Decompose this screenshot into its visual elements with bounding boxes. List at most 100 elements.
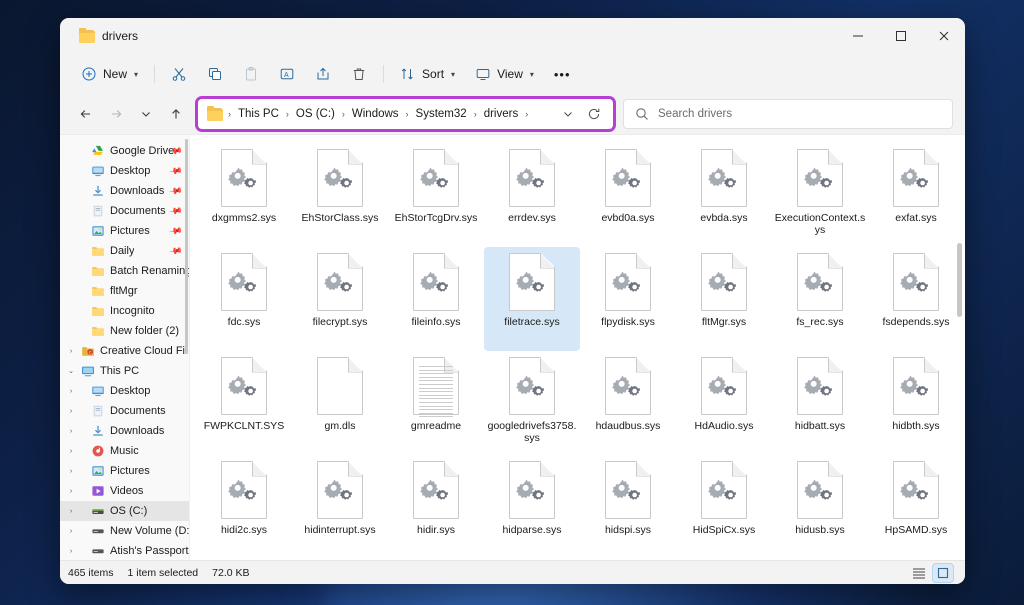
file-item[interactable]: HidSpiCx.sys bbox=[676, 455, 772, 559]
sidebar-item-this-pc[interactable]: ⌄ This PC bbox=[60, 361, 189, 381]
file-item[interactable]: googledrivefs3758.sys bbox=[484, 351, 580, 455]
file-item[interactable]: errdev.sys bbox=[484, 143, 580, 247]
paste-button[interactable] bbox=[234, 59, 268, 89]
file-item[interactable]: filecrypt.sys bbox=[292, 247, 388, 351]
pin-icon[interactable]: 📌 bbox=[168, 243, 183, 258]
file-item[interactable]: evbda.sys bbox=[676, 143, 772, 247]
breadcrumb-item-this-pc[interactable]: This PC bbox=[233, 105, 284, 123]
copy-button[interactable] bbox=[198, 59, 232, 89]
file-item[interactable]: hidi2c.sys bbox=[196, 455, 292, 559]
breadcrumb-item-os-c[interactable]: OS (C:) bbox=[291, 105, 340, 123]
expand-chevron-icon[interactable]: › bbox=[66, 408, 76, 415]
sidebar-item-documents[interactable]: › Documents bbox=[60, 401, 189, 421]
explorer-tab-drivers[interactable]: drivers bbox=[70, 21, 152, 51]
expand-chevron-icon[interactable]: › bbox=[66, 348, 76, 355]
file-item[interactable]: fileinfo.sys bbox=[388, 247, 484, 351]
file-item-partial[interactable] bbox=[868, 559, 964, 560]
file-item[interactable]: hidusb.sys bbox=[772, 455, 868, 559]
file-item[interactable]: fs_rec.sys bbox=[772, 247, 868, 351]
expand-chevron-icon[interactable]: › bbox=[66, 388, 76, 395]
sidebar-item-desktop[interactable]: › Desktop bbox=[60, 381, 189, 401]
sidebar-item-daily[interactable]: Daily 📌 bbox=[60, 241, 189, 261]
content-scrollbar[interactable] bbox=[957, 243, 962, 317]
file-item[interactable]: fdc.sys bbox=[196, 247, 292, 351]
file-item-partial[interactable] bbox=[964, 559, 965, 560]
sidebar-item-videos[interactable]: › Videos bbox=[60, 481, 189, 501]
file-item[interactable]: FWPKCLNT.SYS bbox=[196, 351, 292, 455]
sidebar-item-new-volume-d[interactable]: › New Volume (D: bbox=[60, 521, 189, 541]
rename-button[interactable]: A bbox=[270, 59, 304, 89]
breadcrumb-item-drivers[interactable]: drivers bbox=[479, 105, 524, 123]
file-item-partial[interactable] bbox=[388, 559, 484, 560]
cut-button[interactable] bbox=[162, 59, 196, 89]
recent-locations-button[interactable] bbox=[132, 100, 160, 128]
file-item[interactable]: HpSAMD.sys bbox=[868, 455, 964, 559]
sort-button[interactable]: Sort ▾ bbox=[391, 59, 464, 89]
details-view-button[interactable] bbox=[909, 564, 929, 582]
file-item[interactable]: hidparse.sys bbox=[484, 455, 580, 559]
expand-chevron-icon[interactable]: › bbox=[66, 468, 76, 475]
expand-chevron-icon[interactable]: › bbox=[66, 448, 76, 455]
close-button[interactable] bbox=[922, 18, 965, 54]
back-button[interactable] bbox=[72, 100, 100, 128]
sidebar-item-creative-cloud-fil[interactable]: › C Creative Cloud Fil bbox=[60, 341, 189, 361]
file-item[interactable]: dxgmms2.sys bbox=[196, 143, 292, 247]
sidebar-item-documents[interactable]: Documents 📌 bbox=[60, 201, 189, 221]
file-item[interactable]: hdaudbus.sys bbox=[580, 351, 676, 455]
file-item[interactable]: hidclass.sys bbox=[964, 351, 965, 455]
file-item[interactable]: fvevol.sys bbox=[964, 247, 965, 351]
file-item[interactable]: EhStorClass.sys bbox=[292, 143, 388, 247]
sidebar-item-pictures[interactable]: › Pictures bbox=[60, 461, 189, 481]
file-item[interactable]: gmreadme bbox=[388, 351, 484, 455]
maximize-button[interactable] bbox=[879, 18, 922, 54]
breadcrumb-item-windows[interactable]: Windows bbox=[347, 105, 404, 123]
file-item-partial[interactable] bbox=[772, 559, 868, 560]
file-item[interactable]: hidbatt.sys bbox=[772, 351, 868, 455]
file-item[interactable]: gm.dls bbox=[292, 351, 388, 455]
sidebar-scrollbar[interactable] bbox=[185, 139, 188, 354]
file-item[interactable]: hidbth.sys bbox=[868, 351, 964, 455]
delete-button[interactable] bbox=[342, 59, 376, 89]
more-options-button[interactable]: ••• bbox=[545, 59, 580, 89]
sidebar-item-google-drive[interactable]: Google Drive 📌 bbox=[60, 141, 189, 161]
expand-chevron-icon[interactable]: › bbox=[66, 508, 76, 515]
pin-icon[interactable]: 📌 bbox=[168, 163, 183, 178]
up-button[interactable] bbox=[162, 100, 190, 128]
search-box[interactable]: Search drivers bbox=[623, 99, 953, 129]
file-item[interactable]: fsdepends.sys bbox=[868, 247, 964, 351]
sidebar-item-batch-renaming[interactable]: Batch Renaming bbox=[60, 261, 189, 281]
expand-chevron-icon[interactable]: › bbox=[66, 528, 76, 535]
file-item[interactable]: flpydisk.sys bbox=[580, 247, 676, 351]
sidebar-item-desktop[interactable]: Desktop 📌 bbox=[60, 161, 189, 181]
file-item[interactable]: fastfat.sys bbox=[964, 143, 965, 247]
forward-button[interactable] bbox=[102, 100, 130, 128]
sidebar-item-incognito[interactable]: Incognito bbox=[60, 301, 189, 321]
file-item[interactable]: Hsp.sys bbox=[964, 455, 965, 559]
file-item[interactable]: evbd0a.sys bbox=[580, 143, 676, 247]
file-item-partial[interactable] bbox=[580, 559, 676, 560]
sidebar-item-fltmgr[interactable]: fltMgr bbox=[60, 281, 189, 301]
refresh-button[interactable] bbox=[582, 102, 606, 126]
pin-icon[interactable]: 📌 bbox=[168, 203, 183, 218]
breadcrumb-item-system32[interactable]: System32 bbox=[411, 105, 472, 123]
file-item[interactable]: filetrace.sys bbox=[484, 247, 580, 351]
file-item-partial[interactable] bbox=[196, 559, 292, 560]
expand-chevron-icon[interactable]: › bbox=[66, 428, 76, 435]
file-item-partial[interactable] bbox=[292, 559, 388, 560]
file-item[interactable]: ExecutionContext.sys bbox=[772, 143, 868, 247]
file-item[interactable]: fltMgr.sys bbox=[676, 247, 772, 351]
sidebar-item-pictures[interactable]: Pictures 📌 bbox=[60, 221, 189, 241]
share-button[interactable] bbox=[306, 59, 340, 89]
expand-chevron-icon[interactable]: › bbox=[66, 488, 76, 495]
file-item[interactable]: hidspi.sys bbox=[580, 455, 676, 559]
file-item[interactable]: hidinterrupt.sys bbox=[292, 455, 388, 559]
breadcrumb-bar[interactable]: › This PC › OS (C:) › Windows › System32… bbox=[195, 96, 616, 132]
pin-icon[interactable]: 📌 bbox=[168, 183, 183, 198]
file-item[interactable]: exfat.sys bbox=[868, 143, 964, 247]
view-button[interactable]: View ▾ bbox=[466, 59, 543, 89]
sidebar-item-os-c[interactable]: › OS (C:) bbox=[60, 501, 189, 521]
new-button[interactable]: New ▾ bbox=[72, 59, 147, 89]
sidebar-item-new-folder-2[interactable]: New folder (2) bbox=[60, 321, 189, 341]
file-item-partial[interactable] bbox=[484, 559, 580, 560]
pin-icon[interactable]: 📌 bbox=[168, 223, 183, 238]
